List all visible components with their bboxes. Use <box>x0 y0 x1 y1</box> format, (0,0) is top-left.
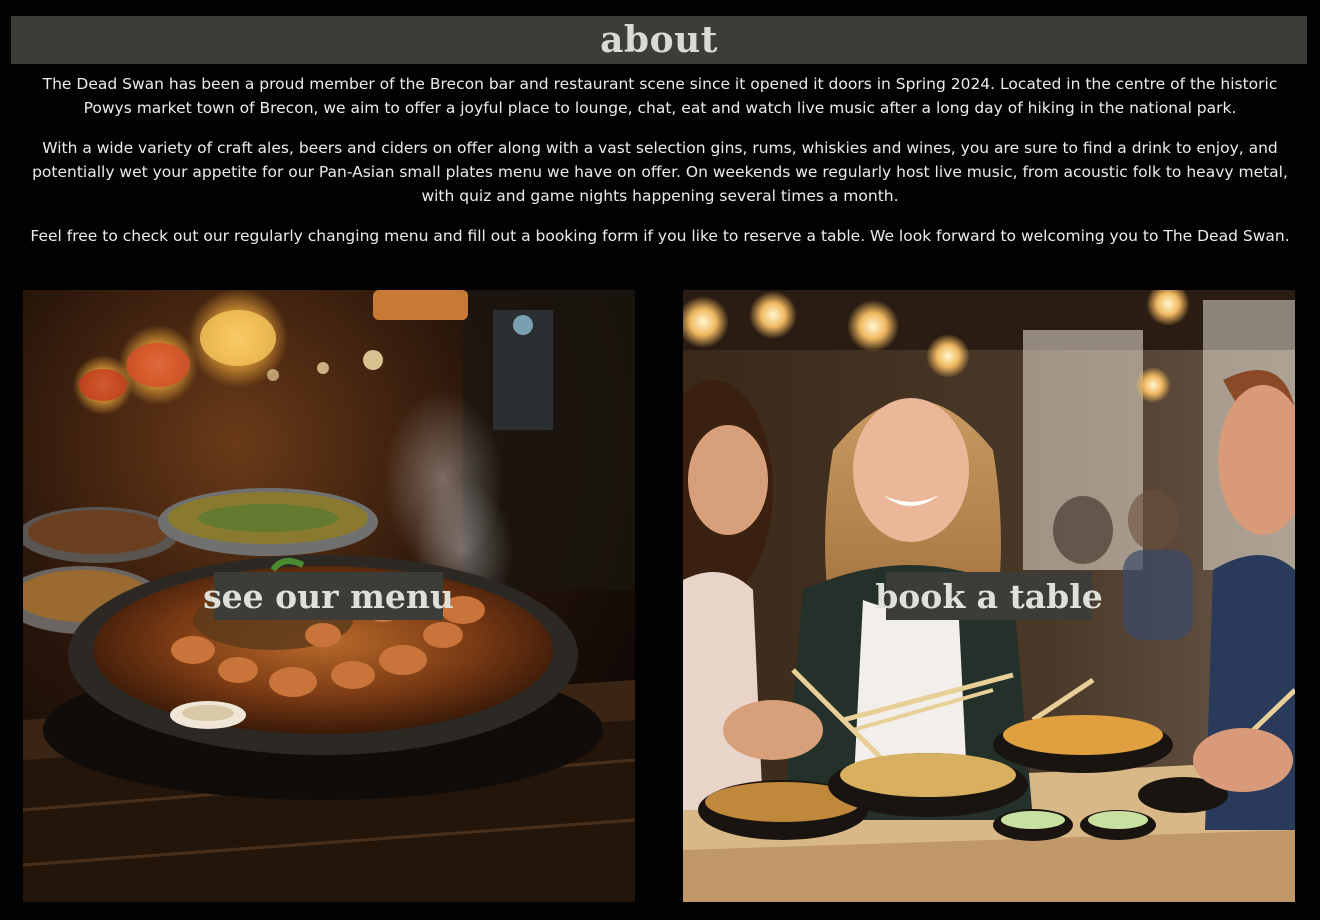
about-text: The Dead Swan has been a proud member of… <box>18 72 1302 264</box>
see-our-menu-button[interactable]: see our menu <box>203 572 454 620</box>
about-heading-bar: about <box>11 16 1307 64</box>
about-heading: about <box>600 19 718 61</box>
booking-card[interactable]: book a table <box>683 290 1295 902</box>
about-paragraph-2: With a wide variety of craft ales, beers… <box>32 139 1288 205</box>
menu-card[interactable]: see our menu <box>23 290 635 902</box>
about-paragraph-3: Feel free to check out our regularly cha… <box>30 227 1290 245</box>
about-paragraph-1: The Dead Swan has been a proud member of… <box>42 75 1278 117</box>
book-a-table-button[interactable]: book a table <box>875 572 1103 620</box>
